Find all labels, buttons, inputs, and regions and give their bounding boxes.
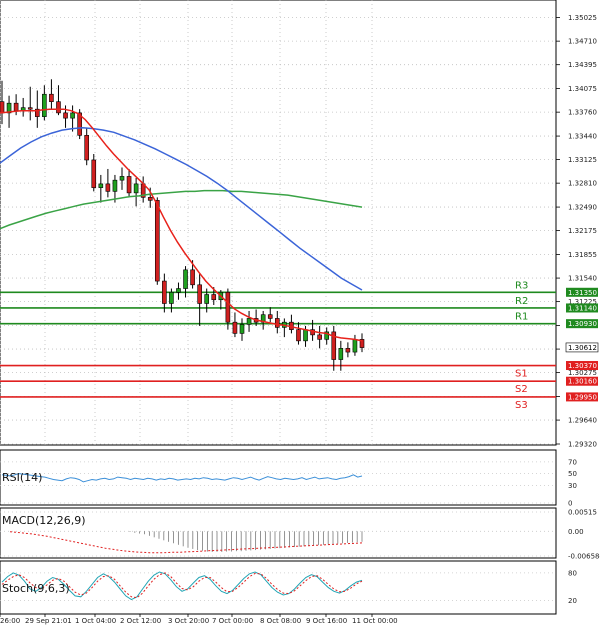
price-panel: R3 R2 R1 S1 S2 S3 1.35025 1.34710 1.34395 1.3407… xyxy=(0,0,599,449)
y-tick-label: 1.34395 xyxy=(568,61,597,69)
y-tick-label: 1.33760 xyxy=(568,109,597,117)
candle-down xyxy=(0,101,5,114)
candle-down xyxy=(317,334,322,340)
x-tick-label: 1 Oct 04:00 xyxy=(75,617,116,625)
candle-up xyxy=(98,183,104,188)
price-tag-label: 1.30930 xyxy=(568,320,597,328)
candle-up xyxy=(303,329,308,342)
y-tick-label: 1.32810 xyxy=(568,180,597,188)
rsi-tick-label: 50 xyxy=(568,470,577,478)
y-tick-label: 1.33125 xyxy=(568,156,597,164)
candle-down xyxy=(147,197,153,201)
level-label-s2: S2 xyxy=(515,384,528,395)
price-tag-label: 1.31140 xyxy=(568,304,597,312)
candle-up xyxy=(352,339,358,353)
candle-up xyxy=(204,294,210,304)
rsi-tick-label: 70 xyxy=(568,458,577,466)
candle-down xyxy=(13,102,19,111)
level-label-r1: R1 xyxy=(515,312,528,323)
current-price-label: 1.30612 xyxy=(568,344,597,352)
x-tick-label: 2 Oct 12:00 xyxy=(120,617,161,625)
candle-down xyxy=(105,183,111,192)
candle-down xyxy=(49,93,54,102)
candle-down xyxy=(296,329,301,342)
macd-tick-label: -0.006584 xyxy=(568,553,600,561)
rsi-title: RSI(14) xyxy=(2,471,42,484)
y-tick-label: 1.31855 xyxy=(568,251,597,259)
level-label-s3: S3 xyxy=(515,400,528,411)
candle-down xyxy=(27,107,33,110)
price-tag-label: 1.30370 xyxy=(568,362,597,370)
x-tick-label: 3 Oct 20:00 xyxy=(168,617,209,625)
stoch-panel: Stoch(9,6,3) 80 20 xyxy=(0,560,577,615)
macd-panel: MACD(12,26,9) 0.00515 0.00 -0.006584 xyxy=(0,507,600,561)
candle-up xyxy=(112,179,118,192)
y-tick-label: 1.32490 xyxy=(568,204,597,212)
candle-up xyxy=(70,112,75,119)
x-tick-label: 26:00 xyxy=(0,617,20,625)
y-tick-label: 1.30275 xyxy=(568,369,597,377)
candle-up xyxy=(42,93,47,117)
candle-down xyxy=(274,318,280,328)
x-tick-label: 8 Oct 08:00 xyxy=(260,617,301,625)
candle-down xyxy=(56,101,61,114)
level-label-r2: R2 xyxy=(515,296,528,307)
candle-down xyxy=(162,280,167,304)
candle-down xyxy=(232,321,238,334)
candle-down xyxy=(91,159,97,188)
stoch-title: Stoch(9,6,3) xyxy=(2,582,70,595)
macd-tick-label: 0.00 xyxy=(568,528,584,536)
stoch-tick-label: 80 xyxy=(568,569,577,577)
level-label-s1: S1 xyxy=(515,369,528,380)
candle-down xyxy=(345,348,351,353)
macd-title: MACD(12,26,9) xyxy=(2,514,86,527)
y-tick-label: 1.35025 xyxy=(568,14,597,22)
stoch-tick-label: 20 xyxy=(568,597,577,605)
level-label-r3: R3 xyxy=(515,280,528,291)
forex-chart: R3 R2 R1 S1 S2 S3 1.35025 1.34710 1.34395 1.3407… xyxy=(0,0,600,625)
x-tick-label: 29 Sep 21:01 xyxy=(25,617,72,625)
time-axis: 26:00 29 Sep 21:01 1 Oct 04:00 2 Oct 12:00 3… xyxy=(0,614,398,625)
y-tick-label: 1.31540 xyxy=(568,275,597,283)
macd-tick-label: 0.00515 xyxy=(568,509,597,517)
rsi-tick-label: 0 xyxy=(568,500,572,508)
candle-up xyxy=(246,318,252,325)
rsi-panel: RSI(14) 70 50 30 0 xyxy=(0,449,577,508)
y-tick-label: 1.33440 xyxy=(568,133,597,141)
candle-down xyxy=(267,314,273,319)
candle-up xyxy=(133,183,139,194)
candle-down xyxy=(190,269,195,286)
candle-up xyxy=(169,291,174,304)
x-tick-label: 9 Oct 16:00 xyxy=(306,617,347,625)
candle-up xyxy=(183,269,188,289)
y-tick-label: 1.34075 xyxy=(568,85,597,93)
y-tick-label: 1.32175 xyxy=(568,227,597,235)
y-tick-label: 1.29640 xyxy=(568,417,597,425)
candle-down xyxy=(63,112,68,119)
candle-up xyxy=(239,324,245,334)
candle-up xyxy=(338,348,344,360)
candle-down xyxy=(225,291,231,323)
candle-down xyxy=(84,135,90,161)
candle-up xyxy=(176,288,181,293)
y-tick-label: 1.34710 xyxy=(568,38,597,46)
y-tick-label: 1.29320 xyxy=(568,441,597,449)
candle-down xyxy=(126,176,132,194)
candle-down xyxy=(211,294,217,301)
x-tick-label: 7 Oct 00:00 xyxy=(212,617,253,625)
candle-down xyxy=(197,284,202,304)
price-tag-label: 1.30160 xyxy=(568,378,597,386)
price-tag-label: 1.31350 xyxy=(568,289,597,297)
x-tick-label: 11 Oct 00:00 xyxy=(352,617,398,625)
price-tag-label: 1.29950 xyxy=(568,393,597,401)
rsi-tick-label: 30 xyxy=(568,482,577,490)
candle-up xyxy=(119,176,125,181)
candle-down xyxy=(154,200,160,282)
